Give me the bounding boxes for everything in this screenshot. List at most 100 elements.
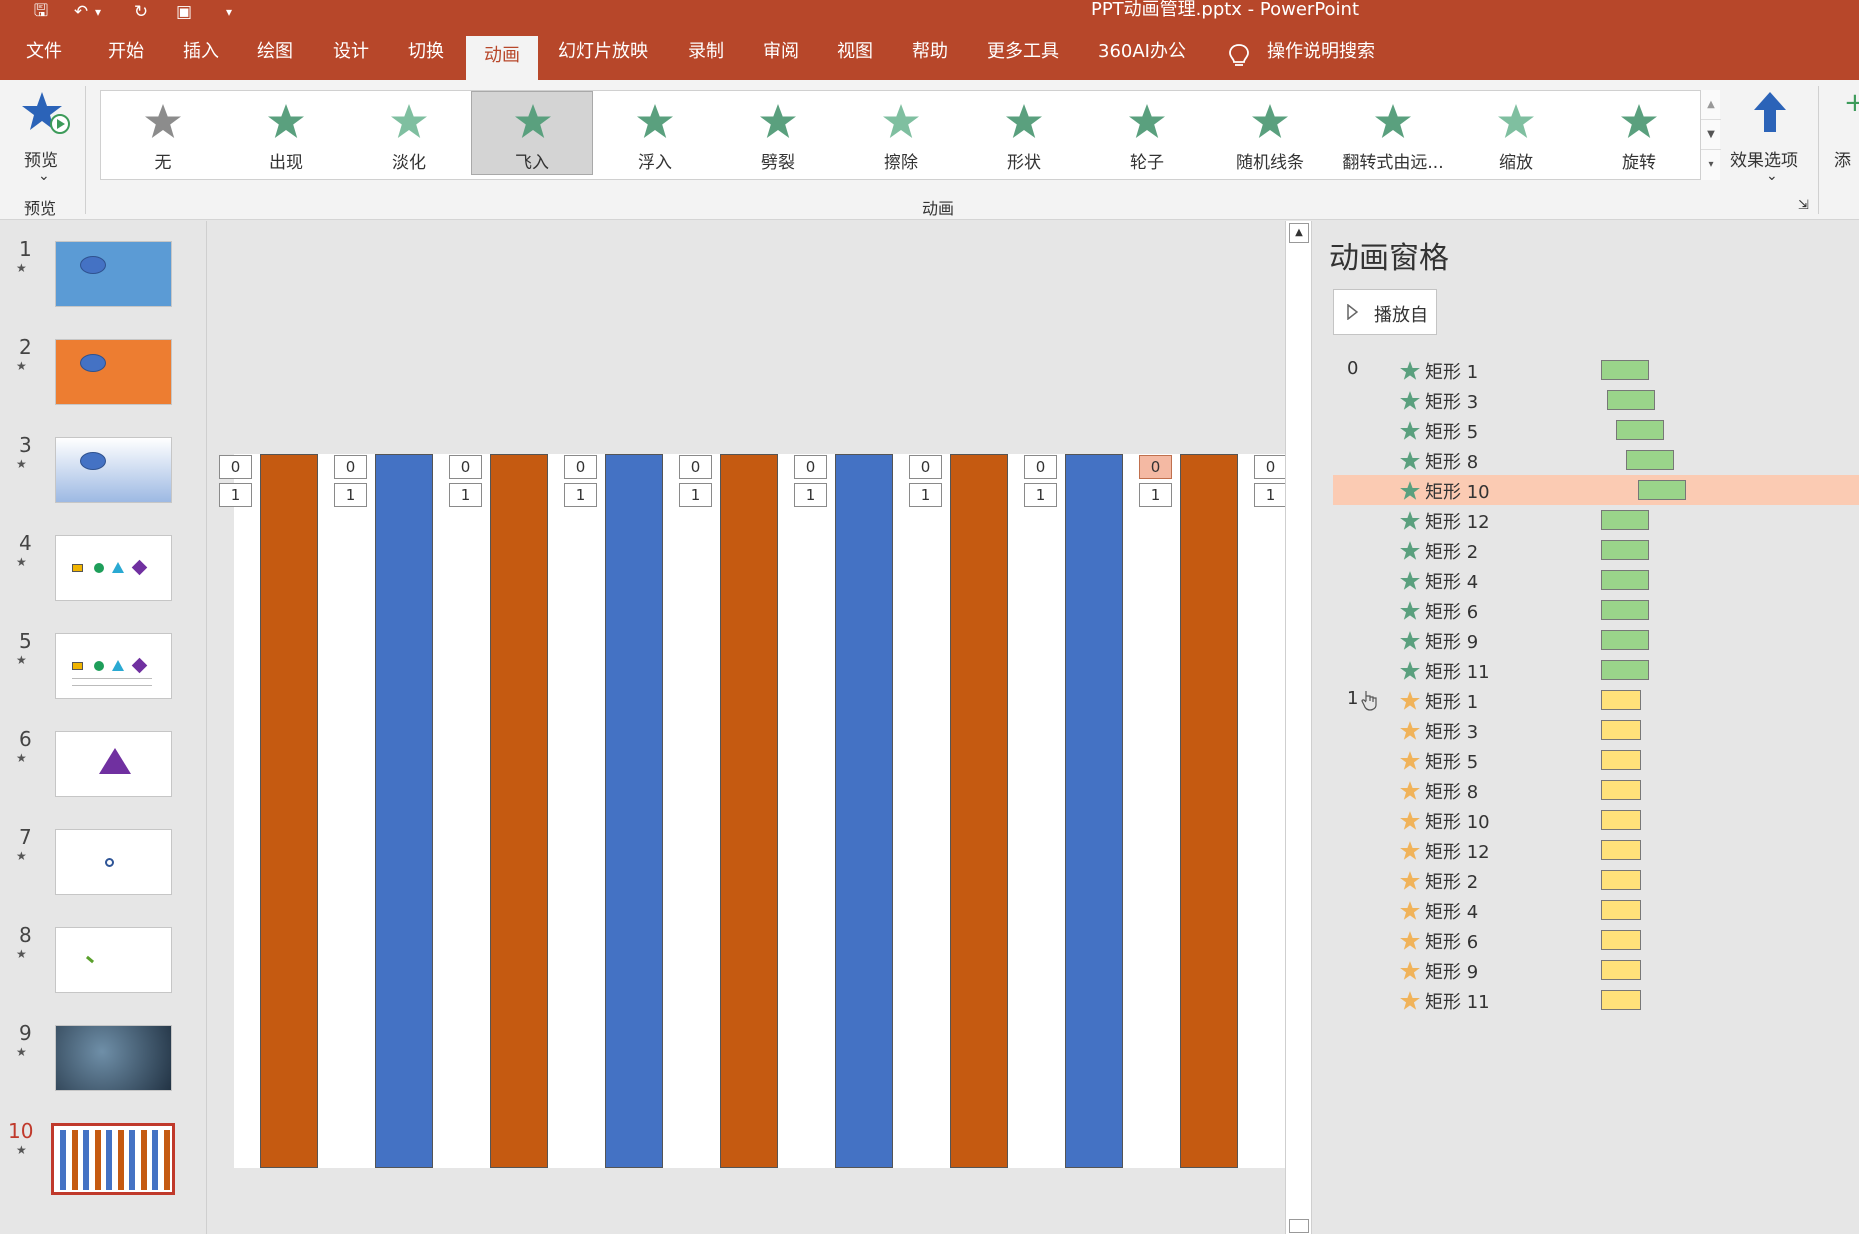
slide-rectangle[interactable] (1180, 454, 1238, 1168)
animation-item[interactable]: 矩形 9 (1333, 625, 1859, 655)
slide-thumbnail-3[interactable] (55, 437, 172, 503)
animation-timing-bar[interactable] (1601, 720, 1641, 740)
tab-record[interactable]: 录制 (688, 35, 724, 69)
animation-order-tag[interactable]: 1 (909, 483, 942, 507)
undo-icon[interactable]: ↶ (70, 2, 92, 22)
animation-item[interactable]: 矩形 5 (1333, 415, 1859, 445)
animation-item[interactable]: 矩形 5 (1333, 745, 1859, 775)
slide-thumbnail-9[interactable] (55, 1025, 172, 1091)
customize-toolbar-icon[interactable]: ▾ (222, 2, 236, 22)
animation-effect-2[interactable]: 淡化 (348, 92, 470, 174)
tab-slide-show[interactable]: 幻灯片放映 (558, 35, 648, 69)
animation-effect-3[interactable]: 飞入 (471, 91, 593, 175)
animation-effect-12[interactable]: 旋转 (1578, 92, 1700, 174)
slide-thumbnail-8[interactable] (55, 927, 172, 993)
effect-options-button[interactable]: 效果选项 ⌄ (1722, 88, 1820, 188)
animation-item[interactable]: 矩形 11 (1333, 655, 1859, 685)
animation-effect-6[interactable]: 擦除 (840, 92, 962, 174)
present-from-start-icon[interactable]: ▣ (172, 2, 196, 22)
animation-order-tag[interactable]: 0 (219, 455, 252, 479)
animation-item[interactable]: 矩形 10 (1333, 475, 1859, 505)
tab-animations[interactable]: 动画 (466, 36, 538, 80)
undo-dropdown-icon[interactable]: ▾ (92, 2, 104, 22)
animation-order-tag[interactable]: 1 (219, 483, 252, 507)
tab-insert[interactable]: 插入 (183, 35, 219, 69)
animation-item[interactable]: 矩形 8 (1333, 445, 1859, 475)
animation-effect-7[interactable]: 形状 (963, 92, 1085, 174)
animation-item[interactable]: 矩形 4 (1333, 565, 1859, 595)
animation-order-tag[interactable]: 1 (1024, 483, 1057, 507)
animation-order-tag[interactable]: 0 (334, 455, 367, 479)
animation-order-tag[interactable]: 1 (794, 483, 827, 507)
gallery-more-icon[interactable]: ▾ (1701, 150, 1721, 180)
animation-item[interactable]: 0 矩形 1 (1333, 355, 1859, 385)
animation-timing-bar[interactable] (1607, 390, 1655, 410)
animation-timing-bar[interactable] (1601, 870, 1641, 890)
animation-timing-bar[interactable] (1601, 540, 1649, 560)
animation-timing-bar[interactable] (1601, 960, 1641, 980)
animation-timing-bar[interactable] (1601, 600, 1649, 620)
animation-order-tag[interactable]: 0 (1254, 455, 1287, 479)
animation-timing-bar[interactable] (1601, 510, 1649, 530)
animation-order-tag[interactable]: 1 (449, 483, 482, 507)
animation-timing-bar[interactable] (1601, 660, 1649, 680)
animation-item[interactable]: 矩形 10 (1333, 805, 1859, 835)
animation-timing-bar[interactable] (1601, 810, 1641, 830)
save-icon[interactable]: 🖫 (30, 1, 52, 22)
animation-timing-bar[interactable] (1601, 690, 1641, 710)
animation-order-tag[interactable]: 0 (564, 455, 597, 479)
animation-timing-bar[interactable] (1616, 420, 1664, 440)
slide-rectangle[interactable] (720, 454, 778, 1168)
animation-order-tag[interactable]: 0 (679, 455, 712, 479)
slide-rectangle[interactable] (605, 454, 663, 1168)
animation-item[interactable]: 矩形 9 (1333, 955, 1859, 985)
slide-rectangle[interactable] (375, 454, 433, 1168)
tab-review[interactable]: 审阅 (763, 35, 799, 69)
animation-item[interactable]: 矩形 8 (1333, 775, 1859, 805)
slide-rectangle[interactable] (950, 454, 1008, 1168)
slide-thumbnail-1[interactable] (55, 241, 172, 307)
animation-order-tag[interactable]: 0 (794, 455, 827, 479)
animation-effect-0[interactable]: 无 (102, 92, 224, 174)
tab-home[interactable]: 开始 (108, 35, 144, 69)
animation-timing-bar[interactable] (1601, 630, 1649, 650)
animation-item[interactable]: 矩形 3 (1333, 385, 1859, 415)
animation-timing-bar[interactable] (1601, 990, 1641, 1010)
tab-360ai[interactable]: 360AI办公 (1098, 35, 1186, 69)
slide-thumbnail-6[interactable] (55, 731, 172, 797)
add-animation-button[interactable]: + 添 (1830, 88, 1859, 188)
slide-rectangle[interactable] (835, 454, 893, 1168)
animation-effect-4[interactable]: 浮入 (594, 92, 716, 174)
gallery-scroll-up-icon[interactable]: ▲ (1701, 90, 1721, 120)
animation-timing-bar[interactable] (1601, 750, 1641, 770)
animation-timing-bar[interactable] (1601, 360, 1649, 380)
animation-timing-bar[interactable] (1626, 450, 1674, 470)
animation-dialog-launcher-icon[interactable]: ⇲ (1798, 198, 1809, 213)
animation-order-tag[interactable]: 1 (679, 483, 712, 507)
animation-order-tag[interactable]: 0 (1024, 455, 1057, 479)
tab-help[interactable]: 帮助 (912, 35, 948, 69)
slide-rectangle[interactable] (260, 454, 318, 1168)
animation-order-tag[interactable]: 1 (564, 483, 597, 507)
scroll-thumb[interactable] (1289, 1219, 1309, 1233)
animation-item[interactable]: 矩形 2 (1333, 535, 1859, 565)
tab-view[interactable]: 视图 (837, 35, 873, 69)
slide-rectangle[interactable] (1065, 454, 1123, 1168)
tab-file[interactable]: 文件 (26, 35, 62, 69)
animation-item[interactable]: 矩形 4 (1333, 895, 1859, 925)
animation-order-tag[interactable]: 0 (1139, 455, 1172, 479)
animation-order-tag[interactable]: 1 (334, 483, 367, 507)
animation-item[interactable]: 矩形 6 (1333, 925, 1859, 955)
scroll-up-icon[interactable]: ▲ (1289, 223, 1309, 243)
animation-item[interactable]: 矩形 3 (1333, 715, 1859, 745)
animation-order-tag[interactable]: 1 (1254, 483, 1287, 507)
tab-draw[interactable]: 绘图 (257, 35, 293, 69)
gallery-scroll-down-icon[interactable]: ▼ (1701, 120, 1721, 150)
animation-order-tag[interactable]: 0 (909, 455, 942, 479)
animation-timing-bar[interactable] (1601, 840, 1641, 860)
effect-options-dropdown-icon[interactable]: ⌄ (1766, 168, 1778, 184)
vertical-scrollbar[interactable]: ▲ (1285, 221, 1312, 1234)
animation-timing-bar[interactable] (1601, 780, 1641, 800)
animation-effect-10[interactable]: 翻转式由远... (1332, 92, 1454, 174)
animation-order-tag[interactable]: 1 (1139, 483, 1172, 507)
